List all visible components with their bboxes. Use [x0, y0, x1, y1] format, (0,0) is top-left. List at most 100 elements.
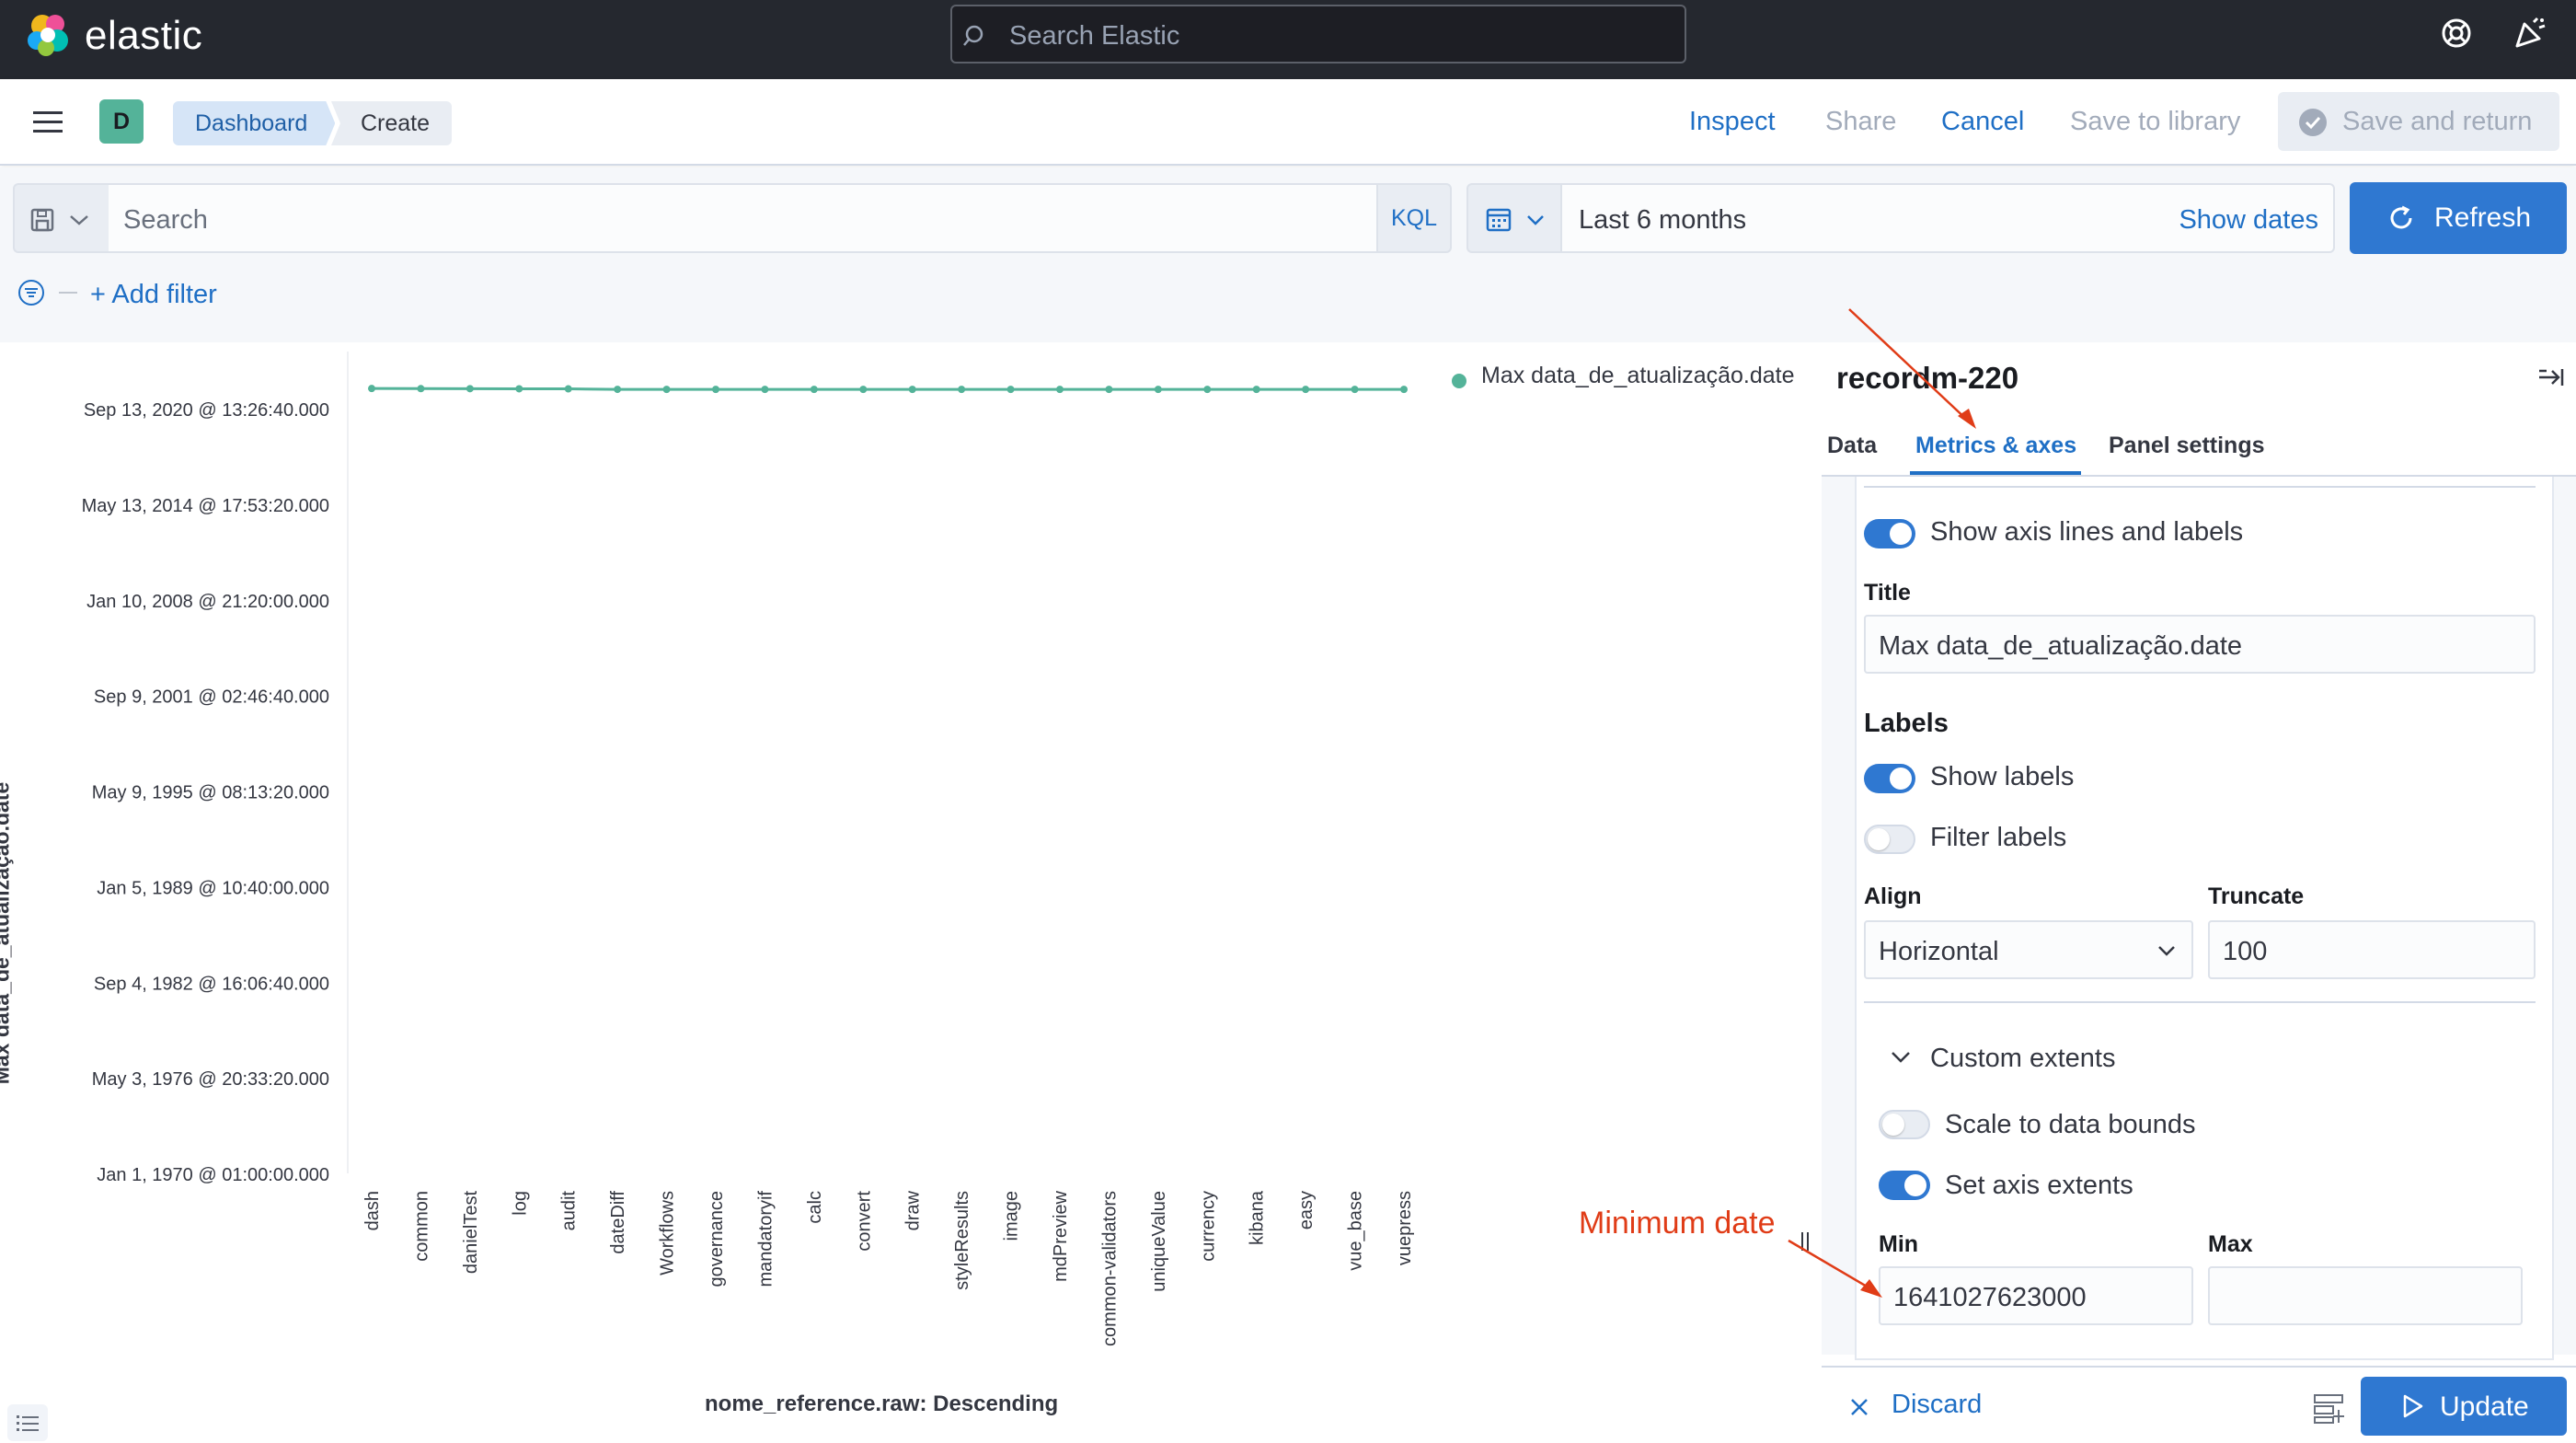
tab-data[interactable]: Data	[1827, 433, 1877, 459]
x-tick-label: kibana	[1248, 1190, 1268, 1245]
update-button[interactable]: Update	[2361, 1377, 2567, 1436]
help-icon[interactable]	[2440, 17, 2473, 50]
y-tick-label: Sep 4, 1982 @ 16:06:40.000	[94, 974, 329, 994]
show-axis-lines-label: Show axis lines and labels	[1930, 517, 2244, 547]
scale-to-data-bounds-toggle[interactable]	[1879, 1110, 1930, 1139]
filter-icon[interactable]	[17, 278, 46, 307]
x-tick-label: common-validators	[1099, 1191, 1120, 1346]
date-quick-select-button[interactable]	[1466, 183, 1562, 253]
legend-toggle-button[interactable]	[7, 1404, 48, 1441]
newsfeed-icon[interactable]	[2512, 15, 2548, 52]
data-point	[859, 386, 868, 394]
space-avatar[interactable]: D	[99, 99, 144, 144]
save-and-return-button[interactable]: Save and return	[2278, 92, 2559, 151]
layout-icon[interactable]	[2313, 1393, 2346, 1425]
x-tick-label: governance	[707, 1191, 727, 1287]
y-tick-label: May 3, 1976 @ 20:33:20.000	[92, 1069, 329, 1090]
min-field-label: Min	[1879, 1231, 1919, 1257]
filter-labels-label: Filter labels	[1930, 823, 2067, 852]
data-point	[761, 386, 769, 394]
data-point	[564, 385, 572, 393]
show-dates-link[interactable]: Show dates	[2179, 205, 2318, 236]
x-tick-label: mdPreview	[1051, 1190, 1071, 1281]
refresh-label: Refresh	[2434, 202, 2532, 233]
play-icon	[2403, 1394, 2423, 1418]
y-axis-title-wrap: Max data_de_atualização.date	[0, 782, 14, 1085]
align-field-label: Align	[1864, 883, 1922, 909]
labels-heading: Labels	[1864, 709, 1949, 738]
set-axis-extents-toggle[interactable]	[1879, 1171, 1930, 1200]
axis-title-value: Max data_de_atualização.date	[1879, 631, 2243, 661]
data-point	[417, 385, 425, 393]
toggle-knob	[1904, 1174, 1926, 1196]
max-field-label: Max	[2208, 1231, 2253, 1257]
query-bar: Search KQL Last 6 months Show dates Refr…	[0, 167, 2576, 357]
data-point	[958, 386, 966, 394]
data-point	[1154, 386, 1162, 394]
toggle-knob	[1882, 1114, 1904, 1136]
x-tick-label: Workflows	[658, 1191, 678, 1276]
breadcrumb-create: Create	[331, 101, 453, 145]
data-point	[1400, 386, 1408, 394]
data-point	[1006, 386, 1015, 394]
cancel-button[interactable]: Cancel	[1941, 107, 2024, 137]
data-point	[1351, 386, 1359, 394]
date-range-value: Last 6 months	[1579, 205, 1747, 235]
saved-query-button[interactable]	[13, 183, 110, 253]
query-search-placeholder: Search	[123, 205, 208, 235]
menu-icon[interactable]	[31, 109, 64, 136]
x-tick-label: draw	[903, 1190, 924, 1230]
save-to-library-button[interactable]: Save to library	[2070, 107, 2240, 137]
query-search-input[interactable]: Search	[109, 183, 1378, 253]
legend-item-label[interactable]: Max data_de_atualização.date	[1481, 363, 1795, 389]
align-select-value: Horizontal	[1879, 937, 1999, 966]
data-point	[810, 386, 818, 394]
panel-resize-handle[interactable]	[1800, 1231, 1811, 1252]
share-button[interactable]: Share	[1825, 107, 1896, 137]
truncate-input[interactable]: 100	[2208, 920, 2536, 979]
kql-language-button[interactable]: KQL	[1376, 183, 1452, 253]
chevron-down-icon[interactable]	[1890, 1049, 1912, 1066]
toggle-knob	[1890, 523, 1912, 545]
x-tick-label: calc	[805, 1191, 825, 1224]
custom-extents-toggle-label[interactable]: Custom extents	[1930, 1044, 2115, 1074]
x-tick-label: styleResults	[952, 1191, 972, 1290]
data-point	[1302, 386, 1310, 394]
axis-title-input[interactable]: Max data_de_atualização.date	[1864, 615, 2536, 674]
y-tick-label: Sep 9, 2001 @ 02:46:40.000	[94, 687, 329, 708]
add-filter-button[interactable]: + Add filter	[90, 280, 217, 310]
elastic-logo-icon[interactable]	[24, 11, 72, 59]
inspect-button[interactable]: Inspect	[1689, 107, 1776, 137]
data-point	[908, 386, 916, 394]
editor-footer: Discard Update	[1822, 1366, 2576, 1443]
breadcrumb-dashboard[interactable]: Dashboard	[173, 101, 335, 145]
scale-to-data-bounds-label: Scale to data bounds	[1945, 1110, 2196, 1139]
data-point	[1252, 386, 1260, 394]
collapse-panel-icon[interactable]	[2537, 366, 2565, 388]
close-icon	[1851, 1399, 1868, 1415]
x-tick-label: common	[411, 1191, 431, 1262]
data-point	[712, 386, 719, 394]
chevron-down-icon	[70, 215, 88, 225]
tab-panel-settings[interactable]: Panel settings	[2109, 433, 2265, 459]
save-icon	[30, 208, 54, 232]
max-extent-input[interactable]	[2208, 1266, 2523, 1325]
x-tick-label: convert	[854, 1191, 874, 1252]
chevron-down-icon	[1527, 215, 1544, 225]
data-point	[515, 385, 523, 393]
series-line	[371, 387, 1404, 391]
x-tick-label: vuepress	[1395, 1191, 1415, 1265]
min-extent-input[interactable]: 1641027623000	[1879, 1266, 2193, 1325]
check-circle-icon	[2299, 109, 2327, 136]
filter-labels-toggle[interactable]	[1864, 825, 1915, 854]
tab-metrics-axes[interactable]: Metrics & axes	[1915, 433, 2076, 459]
global-search-input[interactable]: Search Elastic	[950, 5, 1686, 63]
refresh-button[interactable]: Refresh	[2350, 182, 2567, 254]
date-range-picker[interactable]: Last 6 months Show dates	[1560, 183, 2335, 253]
show-labels-toggle[interactable]	[1864, 764, 1915, 793]
show-axis-lines-toggle[interactable]	[1864, 519, 1915, 548]
x-tick-label: dash	[362, 1191, 383, 1230]
truncate-value: 100	[2223, 937, 2268, 966]
align-select[interactable]: Horizontal	[1864, 920, 2193, 979]
elastic-logo-text[interactable]: elastic	[85, 13, 202, 59]
